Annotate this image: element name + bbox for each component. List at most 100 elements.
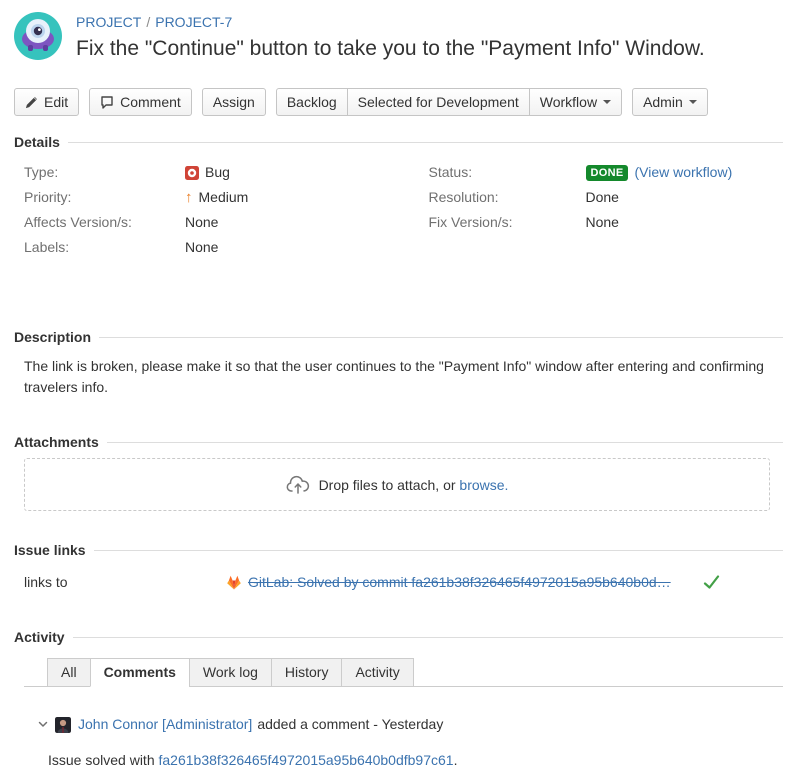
comment-button-label: Comment	[120, 94, 181, 110]
labels-value: None	[185, 239, 218, 256]
backlog-button-label: Backlog	[287, 94, 337, 110]
type-row: Type: Bug	[14, 164, 399, 181]
resolution-label: Resolution:	[429, 189, 586, 206]
comment-button[interactable]: Comment	[89, 88, 192, 116]
details-properties: Type: Bug Priority: ↑ Medium	[14, 164, 783, 264]
priority-value-text: Medium	[199, 189, 249, 206]
resolution-value: Done	[586, 189, 619, 206]
issue-header: PROJECT / PROJECT-7 Fix the "Continue" but…	[14, 12, 783, 62]
tab-all[interactable]: All	[47, 658, 91, 687]
selected-for-development-label: Selected for Development	[358, 94, 519, 110]
description-header: Description	[14, 329, 783, 346]
remote-link: GitLab: Solved by commit fa261b38f326465…	[226, 574, 671, 591]
assign-button-label: Assign	[213, 94, 255, 110]
chevron-down-icon	[689, 100, 697, 104]
tab-work-log[interactable]: Work log	[189, 658, 272, 687]
issue-links-header: Issue links	[14, 542, 783, 559]
issue-links-heading: Issue links	[14, 542, 86, 559]
check-icon	[703, 575, 720, 590]
admin-dropdown-button[interactable]: Admin	[632, 88, 708, 116]
workflow-dropdown-button[interactable]: Workflow	[529, 88, 622, 116]
breadcrumb-issue-key-link[interactable]: PROJECT-7	[155, 14, 232, 30]
issue-links-module: Issue links links to GitLab: Solved by c…	[14, 542, 783, 591]
comment-meta: added a comment - Yesterday	[257, 716, 443, 733]
description-text: The link is broken, please make it so th…	[24, 356, 776, 398]
status-value: DONE (View workflow)	[586, 164, 733, 181]
priority-value: ↑ Medium	[185, 189, 248, 206]
activity-module: Activity All Comments Work log History A…	[14, 629, 783, 770]
details-header: Details	[14, 134, 783, 151]
chevron-down-icon	[603, 100, 611, 104]
priority-label: Priority:	[24, 189, 185, 206]
workflow-button-label: Workflow	[540, 94, 597, 110]
gitlab-commit-link[interactable]: GitLab: Solved by commit fa261b38f326465…	[248, 574, 671, 591]
tab-comments[interactable]: Comments	[90, 658, 190, 687]
gitlab-icon	[226, 575, 242, 590]
details-heading: Details	[14, 134, 60, 151]
divider	[68, 142, 783, 143]
breadcrumb: PROJECT / PROJECT-7	[76, 13, 705, 31]
attachments-heading: Attachments	[14, 434, 99, 451]
divider	[99, 337, 783, 338]
fix-version-label: Fix Version/s:	[429, 214, 586, 231]
description-module: Description The link is broken, please m…	[14, 329, 783, 398]
labels-label: Labels:	[24, 239, 185, 256]
toolbar: Edit Comment Assign Backlog Selected for…	[14, 88, 783, 116]
breadcrumb-separator: /	[146, 14, 150, 30]
divider	[107, 442, 783, 443]
comment-author-link[interactable]: John Connor [Administrator]	[78, 716, 252, 733]
resolution-row: Resolution: Done	[399, 189, 784, 206]
assign-button[interactable]: Assign	[202, 88, 266, 116]
status-row: Status: DONE (View workflow)	[399, 164, 784, 181]
type-value: Bug	[185, 164, 230, 181]
comment-bubble-icon	[100, 95, 114, 109]
edit-button[interactable]: Edit	[14, 88, 79, 116]
project-avatar	[14, 12, 62, 60]
issue-page: PROJECT / PROJECT-7 Fix the "Continue" but…	[0, 0, 797, 770]
details-module: Details Type: Bug Priority: ↑	[14, 134, 783, 264]
attachments-header: Attachments	[14, 434, 783, 451]
link-relation-label: links to	[24, 574, 226, 591]
tab-history[interactable]: History	[271, 658, 343, 687]
tab-activity[interactable]: Activity	[341, 658, 413, 687]
dropzone-label: Drop files to attach, or	[319, 477, 456, 493]
workflow-button-group: Backlog Selected for Development Workflo…	[276, 88, 622, 116]
view-workflow-link[interactable]: (View workflow)	[634, 164, 732, 181]
divider	[73, 637, 783, 638]
affects-version-row: Affects Version/s: None	[14, 214, 399, 231]
type-label: Type:	[24, 164, 185, 181]
cloud-upload-icon	[286, 475, 310, 494]
breadcrumb-project-link[interactable]: PROJECT	[76, 14, 141, 30]
commit-hash-link[interactable]: fa261b38f326465f4972015a95b640b0dfb97c61	[159, 752, 454, 768]
comment-text: Issue solved with	[48, 752, 159, 768]
selected-for-development-button[interactable]: Selected for Development	[347, 88, 530, 116]
divider	[94, 550, 783, 551]
activity-tabs: All Comments Work log History Activity	[24, 658, 783, 687]
backlog-button[interactable]: Backlog	[276, 88, 348, 116]
status-label: Status:	[429, 164, 586, 181]
issue-link-row: links to GitLab: Solved by commit fa261b…	[24, 574, 776, 591]
description-heading: Description	[14, 329, 91, 346]
attachment-dropzone[interactable]: Drop files to attach, or browse.	[24, 458, 770, 511]
browse-link[interactable]: browse.	[459, 477, 508, 493]
attachments-module: Attachments Drop files to attach, or bro…	[14, 434, 783, 511]
bug-icon	[185, 166, 199, 180]
labels-row: Labels: None	[14, 239, 399, 256]
activity-heading: Activity	[14, 629, 65, 646]
status-badge: DONE	[586, 165, 629, 181]
affects-version-label: Affects Version/s:	[24, 214, 185, 231]
link-status	[703, 575, 720, 590]
admin-button-label: Admin	[643, 94, 683, 110]
comment-header: John Connor [Administrator] added a comm…	[38, 716, 783, 733]
issue-title: Fix the "Continue" button to take you to…	[76, 36, 705, 62]
pencil-icon	[25, 96, 38, 109]
comment-text-suffix: .	[454, 752, 458, 768]
collapse-chevron-icon[interactable]	[38, 721, 48, 728]
priority-row: Priority: ↑ Medium	[14, 189, 399, 206]
details-left-column: Type: Bug Priority: ↑ Medium	[14, 164, 399, 264]
edit-button-label: Edit	[44, 94, 68, 110]
header-text: PROJECT / PROJECT-7 Fix the "Continue" but…	[76, 12, 705, 62]
user-avatar	[55, 717, 71, 733]
comment-body: Issue solved with fa261b38f326465f497201…	[48, 750, 783, 770]
details-right-column: Status: DONE (View workflow) Resolution:…	[399, 164, 784, 264]
